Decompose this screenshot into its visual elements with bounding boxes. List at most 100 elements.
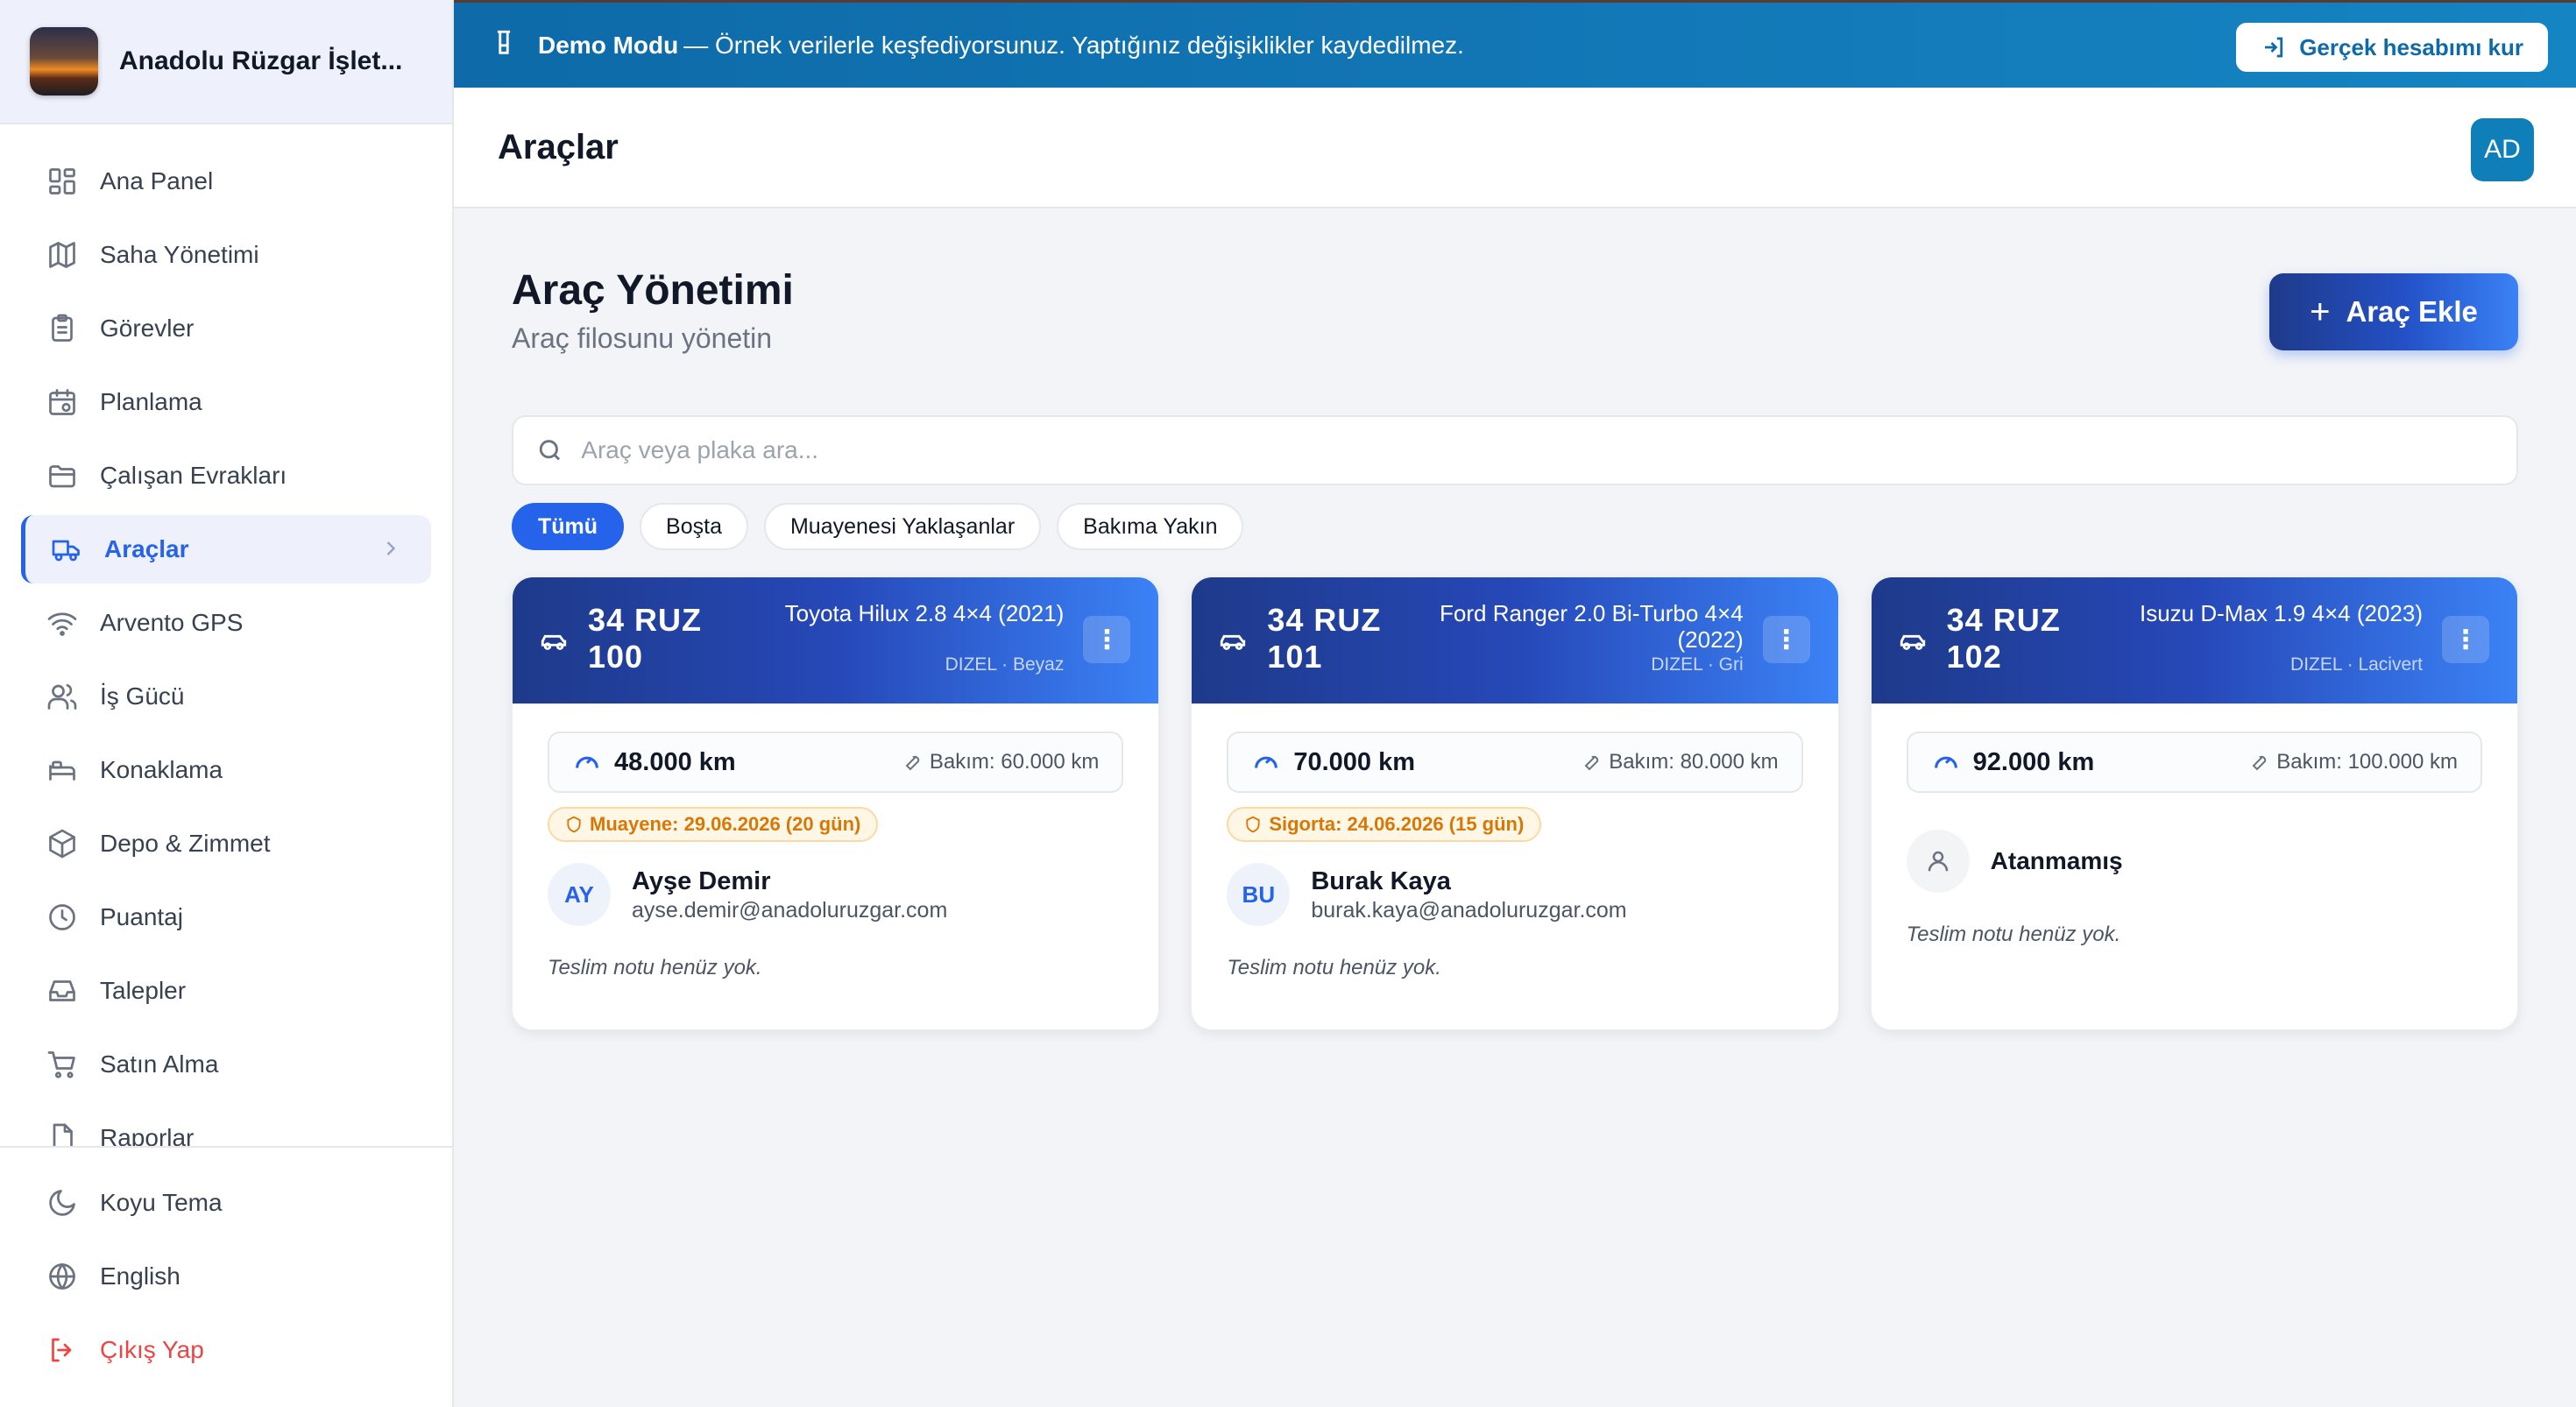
flask-icon — [489, 28, 519, 62]
sidebar-item-saha-yonetimi[interactable]: Saha Yönetimi — [21, 221, 431, 289]
vehicle-model: Isuzu D-Max 1.9 4×4 (2023) — [2139, 600, 2423, 626]
sidebar-item-puantaj[interactable]: Puantaj — [21, 883, 431, 951]
moon-icon — [46, 1186, 79, 1220]
sidebar-item-label: Koyu Tema — [100, 1189, 223, 1216]
mileage-value: 70.000 km — [1293, 747, 1415, 776]
shield-icon — [1246, 816, 1260, 833]
demo-banner-title: Demo Modu — [538, 31, 679, 59]
maintenance-value: Bakım: 80.000 km — [1609, 750, 1779, 774]
filter-all[interactable]: Tümü — [512, 503, 625, 550]
package-icon — [46, 827, 79, 860]
gauge-icon — [572, 746, 602, 780]
vehicle-card-header: 34 RUZ 100 Toyota Hilux 2.8 4×4 (2021) D… — [513, 577, 1159, 704]
chevron-right-icon — [379, 536, 405, 562]
sidebar-item-label: Görevler — [100, 315, 195, 342]
plus-icon: + — [2310, 292, 2331, 331]
driver-name: Burak Kaya — [1311, 867, 1451, 895]
wifi-icon — [46, 606, 79, 640]
vehicle-fuel-color: DIZEL · Gri — [1651, 654, 1744, 675]
driver-avatar: AY — [548, 863, 611, 926]
sidebar-item-arvento-gps[interactable]: Arvento GPS — [21, 589, 431, 657]
sidebar-item-label: Satın Alma — [100, 1050, 219, 1078]
brand-header[interactable]: Anadolu Rüzgar İşlet... — [0, 0, 452, 124]
car-icon — [539, 626, 569, 661]
sidebar-item-raporlar[interactable]: Raporlar — [21, 1104, 431, 1146]
wrench-icon — [2252, 755, 2267, 771]
clock-icon — [46, 901, 79, 934]
assigned-driver: BU Burak Kaya burak.kaya@anadoluruzgar.c… — [1227, 863, 1627, 926]
gauge-icon — [1251, 746, 1281, 780]
more-options-icon[interactable]: ⋮ — [1083, 616, 1131, 663]
vehicle-fuel-color: DIZEL · Beyaz — [945, 654, 1065, 675]
more-options-icon[interactable]: ⋮ — [2441, 616, 2489, 663]
vehicle-plate: 34 RUZ 100 — [588, 602, 703, 675]
setup-real-account-label: Gerçek hesabımı kur — [2299, 33, 2523, 60]
maintenance-value: Bakım: 60.000 km — [929, 750, 1100, 774]
inspection-warning-badge: Muayene: 29.06.2026 (20 gün) — [548, 807, 879, 842]
search-icon — [539, 440, 561, 461]
dark-theme-toggle[interactable]: Koyu Tema — [21, 1169, 431, 1237]
sidebar-item-label: Puantaj — [100, 903, 183, 930]
vehicle-model: Ford Ranger 2.0 Bi-Turbo 4×4 (2022) — [1440, 600, 1744, 653]
bed-icon — [46, 753, 79, 787]
sidebar-item-talepler[interactable]: Talepler — [21, 957, 431, 1025]
vehicle-plate: 34 RUZ 102 — [1946, 602, 2061, 675]
maintenance-info: Bakım: 60.000 km — [902, 750, 1099, 774]
logout-icon — [46, 1333, 79, 1367]
sidebar-item-label: Talepler — [100, 977, 187, 1004]
vehicle-card[interactable]: 34 RUZ 101 Ford Ranger 2.0 Bi-Turbo 4×4 … — [1191, 576, 1839, 1030]
sidebar-item-depo-zimmet[interactable]: Depo & Zimmet — [21, 810, 431, 878]
driver-name: Atanmamış — [1990, 847, 2123, 874]
sidebar-item-label: Planlama — [100, 388, 202, 415]
mileage-value: 48.000 km — [614, 747, 736, 776]
cart-icon — [46, 1048, 79, 1081]
sidebar-item-konaklama[interactable]: Konaklama — [21, 736, 431, 804]
language-toggle[interactable]: English — [21, 1242, 431, 1311]
sidebar-item-planlama[interactable]: Planlama — [21, 368, 431, 436]
clipboard-icon — [46, 312, 79, 345]
more-options-icon[interactable]: ⋮ — [1762, 616, 1810, 663]
filter-chips: Tümü Boşta Muayenesi Yaklaşanlar Bakıma … — [512, 503, 1244, 550]
header-title: Araçlar — [498, 127, 619, 166]
sidebar-item-label: English — [100, 1262, 180, 1290]
add-vehicle-label: Araç Ekle — [2346, 295, 2478, 328]
sidebar-item-satin-alma[interactable]: Satın Alma — [21, 1030, 431, 1099]
assigned-driver: AY Ayşe Demir ayse.demir@anadoluruzgar.c… — [548, 863, 947, 926]
sidebar-item-calisan-evraklari[interactable]: Çalışan Evrakları — [21, 442, 431, 510]
sidebar-item-gorevler[interactable]: Görevler — [21, 294, 431, 363]
user-icon — [1906, 830, 1970, 893]
mileage-box: 70.000 km Bakım: 80.000 km — [1227, 732, 1803, 793]
mileage-box: 92.000 km Bakım: 100.000 km — [1906, 732, 2482, 793]
file-icon — [46, 1121, 79, 1146]
top-header: Araçlar AD — [454, 88, 2576, 209]
sidebar-item-label: Konaklama — [100, 756, 223, 783]
vehicle-cards: 34 RUZ 100 Toyota Hilux 2.8 4×4 (2021) D… — [512, 576, 2518, 1030]
vehicle-fuel-color: DIZEL · Lacivert — [2290, 654, 2423, 675]
user-avatar[interactable]: AD — [2471, 118, 2534, 181]
search-bar — [512, 415, 2518, 485]
filter-idle[interactable]: Boşta — [640, 503, 748, 550]
maintenance-info: Bakım: 100.000 km — [2248, 750, 2458, 774]
filter-inspection-soon[interactable]: Muayenesi Yaklaşanlar — [763, 503, 1042, 550]
sidebar-item-ana-panel[interactable]: Ana Panel — [21, 147, 431, 216]
vehicle-card[interactable]: 34 RUZ 102 Isuzu D-Max 1.9 4×4 (2023) DI… — [1870, 576, 2518, 1030]
vehicle-plate: 34 RUZ 101 — [1267, 602, 1382, 675]
insurance-warning-badge: Sigorta: 24.06.2026 (15 gün) — [1227, 807, 1542, 842]
page-subtitle: Araç filosunu yönetin — [512, 322, 773, 354]
setup-real-account-button[interactable]: Gerçek hesabımı kur — [2236, 23, 2548, 72]
search-input[interactable] — [581, 436, 2494, 464]
demo-banner-text: — Örnek verilerle keşfediyorsunuz. Yaptı… — [683, 31, 1464, 59]
sidebar-item-is-gucu[interactable]: İş Gücü — [21, 662, 431, 731]
brand-logo — [30, 27, 98, 95]
truck-icon — [50, 533, 83, 566]
warning-text: Sigorta: 24.06.2026 (15 gün) — [1269, 813, 1525, 835]
folder-icon — [46, 459, 79, 492]
mileage-value: 92.000 km — [1972, 747, 2095, 776]
driver-email: burak.kaya@anadoluruzgar.com — [1311, 898, 1627, 923]
demo-banner: Demo Modu — Örnek verilerle keşfediyorsu… — [454, 0, 2576, 88]
logout-button[interactable]: Çıkış Yap — [21, 1316, 431, 1384]
sidebar-item-araclar[interactable]: Araçlar — [21, 515, 431, 583]
filter-maintenance-soon[interactable]: Bakıma Yakın — [1057, 503, 1244, 550]
add-vehicle-button[interactable]: + Araç Ekle — [2269, 273, 2518, 350]
vehicle-card[interactable]: 34 RUZ 100 Toyota Hilux 2.8 4×4 (2021) D… — [512, 576, 1160, 1030]
